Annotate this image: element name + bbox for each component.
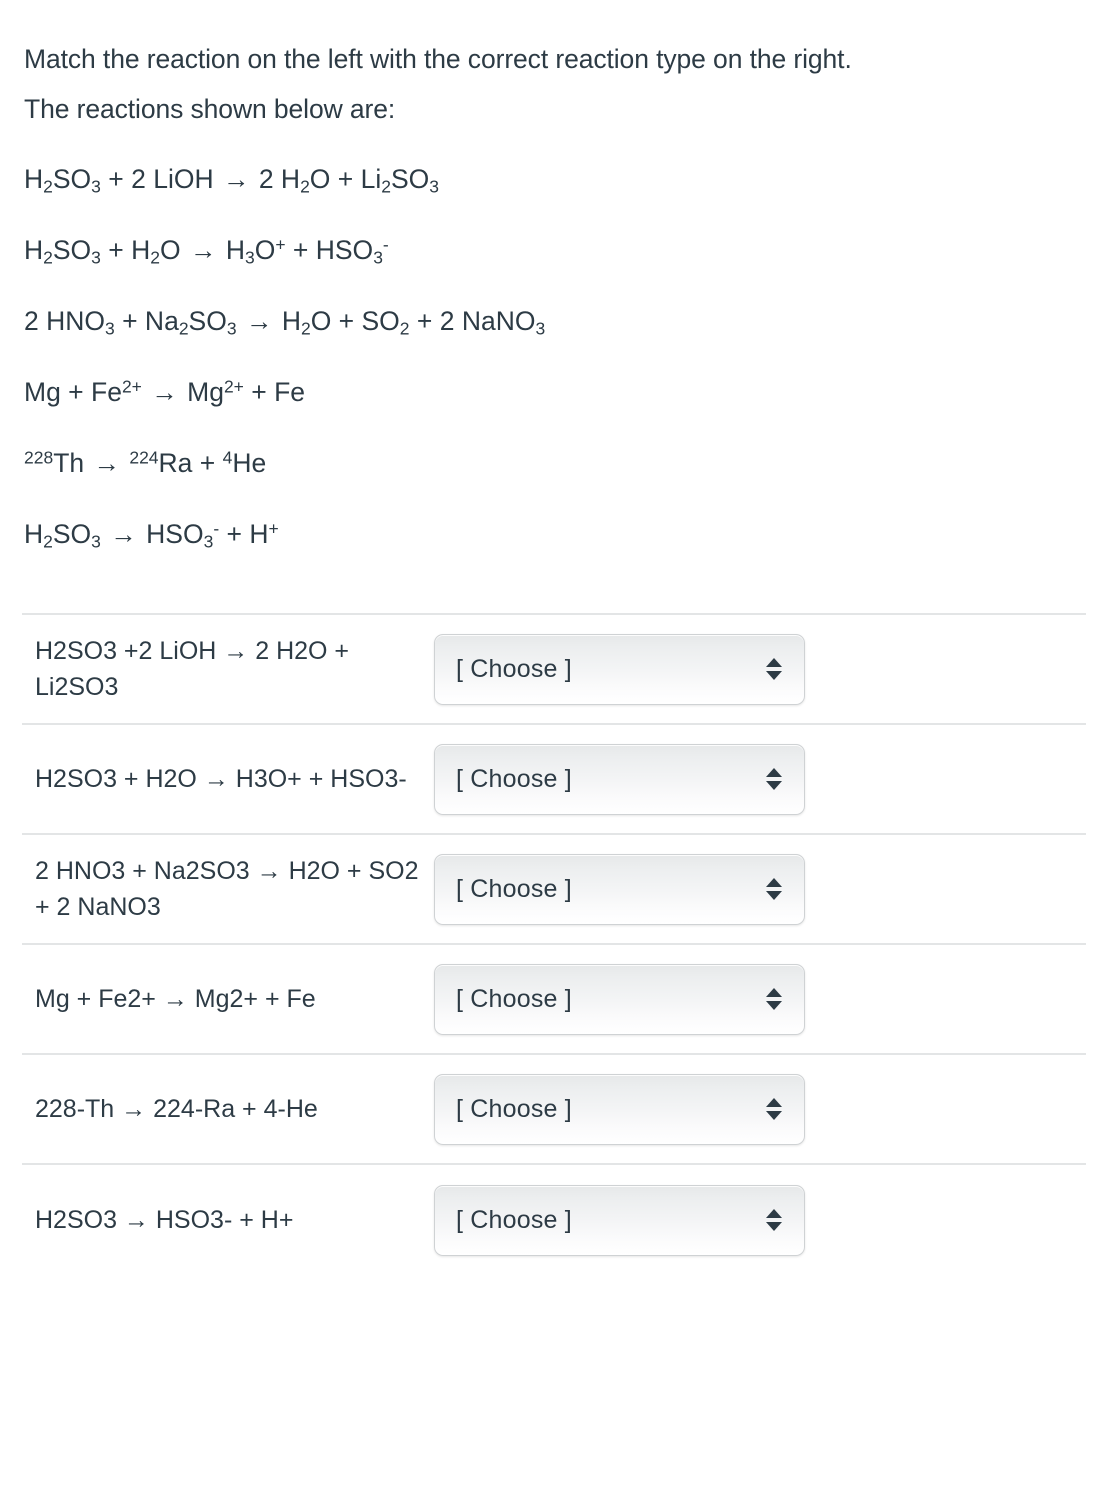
matching-rows-list: H2SO3 +2 LiOH → 2 H2O + Li2SO3[ Choose ]… — [22, 613, 1086, 1275]
triangle-down-icon — [766, 1222, 782, 1231]
question-page: Match the reaction on the left with the … — [0, 0, 1108, 1504]
reaction-label: 2 HNO3 + Na2SO3 → H2O + SO2 + 2 NaNO3 — [22, 853, 434, 926]
select-spinner-icon[interactable] — [766, 1203, 782, 1237]
select-spinner-icon[interactable] — [766, 872, 782, 906]
question-prompt: Match the reaction on the left with the … — [22, 46, 1086, 96]
select-spinner-icon[interactable] — [766, 982, 782, 1016]
eq-single-replacement: Mg + Fe2+ → Mg2+ + Fe — [22, 379, 1086, 450]
triangle-up-icon — [766, 878, 782, 887]
triangle-up-icon — [766, 1098, 782, 1107]
equation-list: H2SO3 + 2 LiOH → 2 H2O + Li2SO3H2SO3 + H… — [22, 166, 1086, 592]
triangle-up-icon — [766, 658, 782, 667]
reaction-label: 228-Th → 224-Ra + 4-He — [22, 1091, 434, 1128]
select-value-label: [ Choose ] — [435, 875, 572, 904]
reaction-type-control: [ Choose ] — [434, 634, 805, 705]
reaction-type-control: [ Choose ] — [434, 1185, 805, 1256]
eq-gas-forming: 2 HNO3 + Na2SO3 → H2O + SO2 + 2 NaNO3 — [22, 308, 1086, 379]
select-value-label: [ Choose ] — [435, 655, 572, 684]
reaction-label: H2SO3 → HSO3- + H+ — [22, 1202, 434, 1239]
reaction-label: H2SO3 + H2O → H3O+ + HSO3- — [22, 761, 434, 798]
select-spinner-icon[interactable] — [766, 652, 782, 686]
triangle-down-icon — [766, 891, 782, 900]
table-row: H2SO3 + H2O → H3O+ + HSO3-[ Choose ] — [22, 725, 1086, 835]
reaction-type-control: [ Choose ] — [434, 854, 805, 925]
triangle-down-icon — [766, 1001, 782, 1010]
triangle-up-icon — [766, 988, 782, 997]
select-value-label: [ Choose ] — [435, 1206, 572, 1235]
select-spinner-icon[interactable] — [766, 762, 782, 796]
reaction-type-control: [ Choose ] — [434, 744, 805, 815]
table-row: H2SO3 → HSO3- + H+[ Choose ] — [22, 1165, 1086, 1275]
reaction-label: H2SO3 +2 LiOH → 2 H2O + Li2SO3 — [22, 633, 434, 706]
question-subprompt: The reactions shown below are: — [22, 96, 1086, 166]
reaction-type-select[interactable]: [ Choose ] — [434, 1074, 805, 1145]
table-row: 2 HNO3 + Na2SO3 → H2O + SO2 + 2 NaNO3[ C… — [22, 835, 1086, 945]
table-row: 228-Th → 224-Ra + 4-He[ Choose ] — [22, 1055, 1086, 1165]
select-spinner-icon[interactable] — [766, 1092, 782, 1126]
select-value-label: [ Choose ] — [435, 1095, 572, 1124]
reaction-label: Mg + Fe2+ → Mg2+ + Fe — [22, 981, 434, 1018]
triangle-up-icon — [766, 1209, 782, 1218]
triangle-down-icon — [766, 781, 782, 790]
select-value-label: [ Choose ] — [435, 985, 572, 1014]
eq-alpha-decay: 228Th → 224Ra + 4He — [22, 450, 1086, 521]
reaction-type-select[interactable]: [ Choose ] — [434, 1185, 805, 1256]
eq-neutralization: H2SO3 + 2 LiOH → 2 H2O + Li2SO3 — [22, 166, 1086, 237]
question-intro: Match the reaction on the left with the … — [22, 0, 1086, 592]
triangle-up-icon — [766, 768, 782, 777]
eq-acid-water: H2SO3 + H2O → H3O+ + HSO3- — [22, 237, 1086, 308]
reaction-type-select[interactable]: [ Choose ] — [434, 854, 805, 925]
table-row: H2SO3 +2 LiOH → 2 H2O + Li2SO3[ Choose ] — [22, 615, 1086, 725]
reaction-type-control: [ Choose ] — [434, 964, 805, 1035]
select-value-label: [ Choose ] — [435, 765, 572, 794]
triangle-down-icon — [766, 1111, 782, 1120]
reaction-type-select[interactable]: [ Choose ] — [434, 964, 805, 1035]
reaction-type-select[interactable]: [ Choose ] — [434, 634, 805, 705]
table-row: Mg + Fe2+ → Mg2+ + Fe[ Choose ] — [22, 945, 1086, 1055]
triangle-down-icon — [766, 671, 782, 680]
reaction-type-control: [ Choose ] — [434, 1074, 805, 1145]
reaction-type-select[interactable]: [ Choose ] — [434, 744, 805, 815]
eq-ionization: H2SO3 → HSO3- + H+ — [22, 521, 1086, 592]
